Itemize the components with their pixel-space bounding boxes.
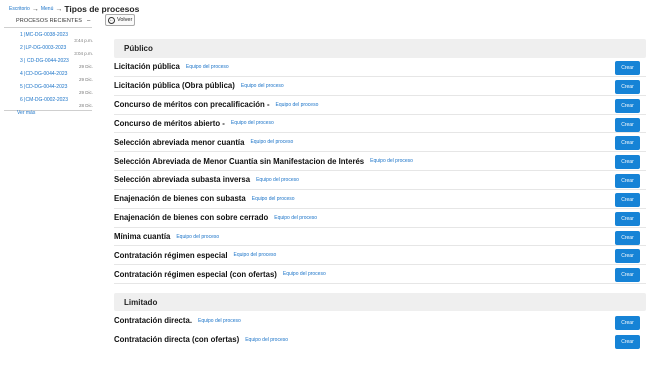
- recent-process-item[interactable]: 2 |LP-DG-0003-2023 3:04 p.m.: [0, 45, 96, 58]
- process-type-row: Contratación régimen especial (con ofert…: [114, 265, 646, 285]
- breadcrumb-separator: →: [31, 5, 39, 13]
- recent-process-date: 29 Dic.: [78, 77, 93, 82]
- process-type-name: Contratación directa.: [114, 316, 192, 326]
- create-button[interactable]: Crear: [615, 316, 640, 331]
- breadcrumb-separator: →: [55, 5, 63, 13]
- recent-process-date: 3:44 p.m.: [74, 38, 93, 43]
- section-title: Limitado: [124, 297, 158, 307]
- section-header: Limitado: [114, 293, 646, 312]
- team-link[interactable]: Equipo del proceso: [245, 337, 288, 343]
- create-button[interactable]: Crear: [615, 230, 640, 245]
- process-type-row: Enajenación de bienes con subasta Equipo …: [114, 190, 646, 209]
- create-button[interactable]: Crear: [615, 249, 640, 264]
- recent-process-item[interactable]: 4 |CD-DG-0044-2023 29 Dic.: [0, 71, 96, 84]
- back-button-label: Volver: [117, 17, 133, 23]
- team-link[interactable]: Equipo del proceso: [276, 102, 319, 108]
- see-more-link[interactable]: Ver más: [0, 110, 96, 116]
- recent-process-item[interactable]: 5 |CD-DG-0044-2023 29 Dic.: [0, 84, 96, 97]
- section-publico: Público Licitación pública Equipo del proc…: [114, 39, 646, 285]
- process-type-row: Concurso de méritos abierto - Equipo del …: [114, 115, 646, 134]
- process-type-name: Licitación pública (Obra pública): [114, 81, 235, 91]
- create-button[interactable]: Crear: [615, 174, 640, 189]
- recent-process-date: 29 Dic.: [78, 90, 93, 95]
- team-link[interactable]: Equipo del proceso: [252, 196, 295, 202]
- breadcrumb-link-menu[interactable]: Menú: [41, 6, 54, 12]
- process-type-row: Selección Abreviada de Menor Cuantía sin…: [114, 152, 646, 172]
- process-type-name: Selección abreviada subasta inversa: [114, 175, 251, 185]
- create-button[interactable]: Crear: [615, 155, 640, 170]
- recent-processes-header[interactable]: PROCESOS RECIENTES –: [4, 14, 92, 28]
- process-type-name: Enajenación de bienes con subasta: [114, 194, 246, 204]
- breadcrumb-link-escritorio[interactable]: Escritorio: [9, 6, 30, 12]
- create-button[interactable]: Crear: [615, 211, 640, 226]
- process-type-row: Selección abreviada menor cuantía Equipo …: [114, 133, 646, 153]
- team-link[interactable]: Equipo del proceso: [241, 83, 284, 89]
- create-button[interactable]: Crear: [615, 192, 640, 207]
- team-link[interactable]: Equipo del proceso: [250, 139, 293, 145]
- process-type-row: Contratación directa (con ofertas) Equipo…: [114, 330, 646, 350]
- arrow-left-circle-icon: ←: [108, 16, 115, 24]
- team-link[interactable]: Equipo del proceso: [231, 120, 274, 126]
- section-limitado: Limitado Contratación directa. Equipo del …: [114, 293, 646, 350]
- process-type-row: Enajenación de bienes con sobre cerrado E…: [114, 209, 646, 228]
- create-button[interactable]: Crear: [615, 79, 640, 94]
- team-link[interactable]: Equipo del proceso: [283, 271, 326, 277]
- team-link[interactable]: Equipo del proceso: [198, 318, 241, 324]
- process-type-name: Licitación pública: [114, 62, 180, 72]
- process-type-name: Enajenación de bienes con sobre cerrado: [114, 213, 269, 223]
- process-type-row: Licitación pública (Obra pública) Equipo …: [114, 77, 646, 96]
- process-type-name: Contratación régimen especial (con ofert…: [114, 269, 277, 279]
- process-type-name: Contratación régimen especial: [114, 250, 228, 260]
- recent-process-date: 29 Dic.: [78, 64, 93, 69]
- create-button[interactable]: Crear: [615, 61, 640, 75]
- process-type-name: Selección Abreviada de Menor Cuantía sin…: [114, 156, 365, 166]
- create-button[interactable]: Crear: [615, 335, 640, 350]
- process-type-row: Mínima cuantía Equipo del proceso Crear: [114, 228, 646, 247]
- page-title: Tipos de procesos: [64, 4, 140, 14]
- create-button[interactable]: Crear: [615, 136, 640, 151]
- recent-process-date: 28 Dic.: [78, 103, 93, 108]
- recent-process-date: 3:04 p.m.: [74, 51, 93, 56]
- team-link[interactable]: Equipo del proceso: [370, 158, 413, 164]
- team-link[interactable]: Equipo del proceso: [274, 215, 317, 221]
- create-button[interactable]: Crear: [615, 268, 640, 283]
- process-type-row: Contratación régimen especial Equipo del …: [114, 246, 646, 266]
- create-button[interactable]: Crear: [615, 117, 640, 132]
- process-type-row: Selección abreviada subasta inversa Equip…: [114, 171, 646, 190]
- process-type-name: Selección abreviada menor cuantía: [114, 137, 245, 147]
- recent-processes-panel: PROCESOS RECIENTES – 1 |MC-DG-0038-2023 3…: [0, 14, 96, 116]
- collapse-icon[interactable]: –: [87, 18, 90, 24]
- team-link[interactable]: Equipo del proceso: [176, 234, 219, 240]
- back-button[interactable]: ← Volver: [105, 14, 135, 26]
- process-type-row: Concurso de méritos con precalificación …: [114, 96, 646, 115]
- recent-process-item[interactable]: 3 | CD-DG-0044-2023 29 Dic.: [0, 58, 96, 71]
- create-button[interactable]: Crear: [615, 98, 640, 113]
- process-type-row: Licitación pública Equipo del proceso Crea…: [114, 58, 646, 77]
- process-type-name: Mínima cuantía: [114, 232, 171, 242]
- section-title: Público: [124, 44, 153, 53]
- recent-processes-list: 1 |MC-DG-0038-2023 3:44 p.m. 2 |LP-DG-0003…: [0, 32, 96, 110]
- recent-process-item[interactable]: 1 |MC-DG-0038-2023 3:44 p.m.: [0, 32, 96, 45]
- section-header: Público: [114, 39, 646, 58]
- process-type-name: Concurso de méritos con precalificación …: [114, 100, 270, 110]
- process-type-name: Concurso de méritos abierto -: [114, 118, 225, 128]
- process-type-row: Contratación directa. Equipo del proceso C…: [114, 311, 646, 331]
- team-link[interactable]: Equipo del proceso: [186, 64, 229, 70]
- team-link[interactable]: Equipo del proceso: [256, 177, 299, 183]
- recent-process-item[interactable]: 6 |CM-DG-0002-2023 28 Dic.: [0, 97, 96, 110]
- process-type-name: Contratación directa (con ofertas): [114, 335, 240, 345]
- team-link[interactable]: Equipo del proceso: [234, 252, 277, 258]
- process-types-list: Público Licitación pública Equipo del proc…: [114, 39, 646, 350]
- recent-processes-title: PROCESOS RECIENTES: [16, 17, 82, 24]
